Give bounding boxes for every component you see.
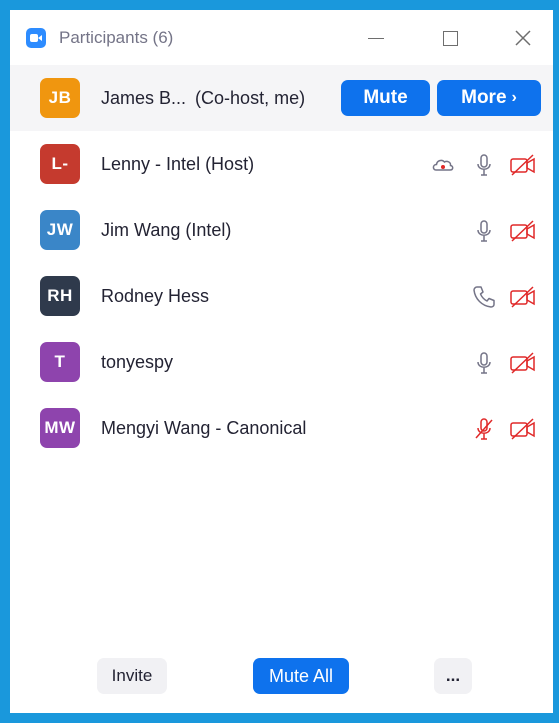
minimize-icon: [368, 37, 384, 39]
close-icon: [515, 30, 531, 46]
mute-button[interactable]: Mute: [341, 80, 430, 116]
participant-name: Mengyi Wang - Canonical: [101, 418, 307, 438]
participant-name: Rodney Hess: [101, 286, 210, 306]
avatar-initials: T: [54, 352, 66, 371]
participant-row[interactable]: T tonyespy: [10, 329, 553, 395]
avatar: L-: [40, 144, 80, 184]
avatar: T: [40, 342, 80, 382]
phone-icon: [471, 284, 497, 310]
participant-row[interactable]: L- Lenny - Intel (Host): [10, 131, 553, 197]
participant-row-self[interactable]: JB James B... (Co-host, me) Mute More ›: [10, 65, 553, 131]
video-off-icon: [509, 218, 535, 244]
mute-all-button-label: Mute All: [268, 665, 334, 686]
participant-display-name: James B...: [101, 88, 187, 108]
maximize-icon: [442, 30, 458, 46]
avatar-initials: JW: [46, 220, 74, 239]
video-off-icon: [509, 284, 535, 310]
mute-button-label: Mute: [363, 87, 408, 108]
avatar-initials: MW: [44, 418, 76, 437]
more-button[interactable]: More ›: [437, 80, 541, 116]
participant-name: James B... (Co-host, me): [101, 87, 305, 109]
window-title: Participants (6): [59, 28, 174, 47]
microphone-icon: [471, 218, 497, 244]
avatar: JW: [40, 210, 80, 250]
avatar-initials: L-: [51, 154, 69, 173]
avatar-initials: JB: [48, 88, 72, 107]
microphone-muted-icon: [471, 416, 497, 442]
video-off-icon: [509, 350, 535, 376]
microphone-icon: [471, 152, 497, 178]
video-off-icon: [509, 152, 535, 178]
more-options-button[interactable]: ...: [434, 658, 472, 694]
footer-toolbar: Invite Mute All ...: [10, 650, 553, 700]
video-off-icon: [509, 416, 535, 442]
participant-role: (Co-host, me): [195, 88, 306, 108]
mute-all-button[interactable]: Mute All: [253, 658, 349, 694]
microphone-icon: [471, 350, 497, 376]
participant-row[interactable]: RH Rodney Hess: [10, 263, 553, 329]
participant-name: Lenny - Intel (Host): [101, 154, 255, 174]
title-bar: Participants (6): [10, 10, 553, 65]
participant-row[interactable]: JW Jim Wang (Intel): [10, 197, 553, 263]
avatar: RH: [40, 276, 80, 316]
avatar: JB: [40, 78, 80, 118]
participant-name: Jim Wang (Intel): [101, 220, 232, 240]
invite-button[interactable]: Invite: [97, 658, 167, 694]
maximize-button[interactable]: [427, 20, 473, 56]
avatar-initials: RH: [47, 286, 73, 305]
invite-button-label: Invite: [111, 666, 153, 685]
zoom-camera-icon: [26, 28, 46, 48]
avatar: MW: [40, 408, 80, 448]
participant-row[interactable]: MW Mengyi Wang - Canonical: [10, 395, 553, 461]
participants-window: Participants (6) JB James B... (Co-host,…: [10, 10, 553, 713]
close-button[interactable]: [500, 20, 546, 56]
minimize-button[interactable]: [353, 20, 399, 56]
cloud-recording-icon: [430, 152, 456, 178]
more-button-label: More: [461, 87, 507, 108]
ellipsis-icon: ...: [445, 666, 461, 685]
chevron-right-icon: ›: [511, 89, 517, 106]
participant-name: tonyespy: [101, 352, 174, 372]
